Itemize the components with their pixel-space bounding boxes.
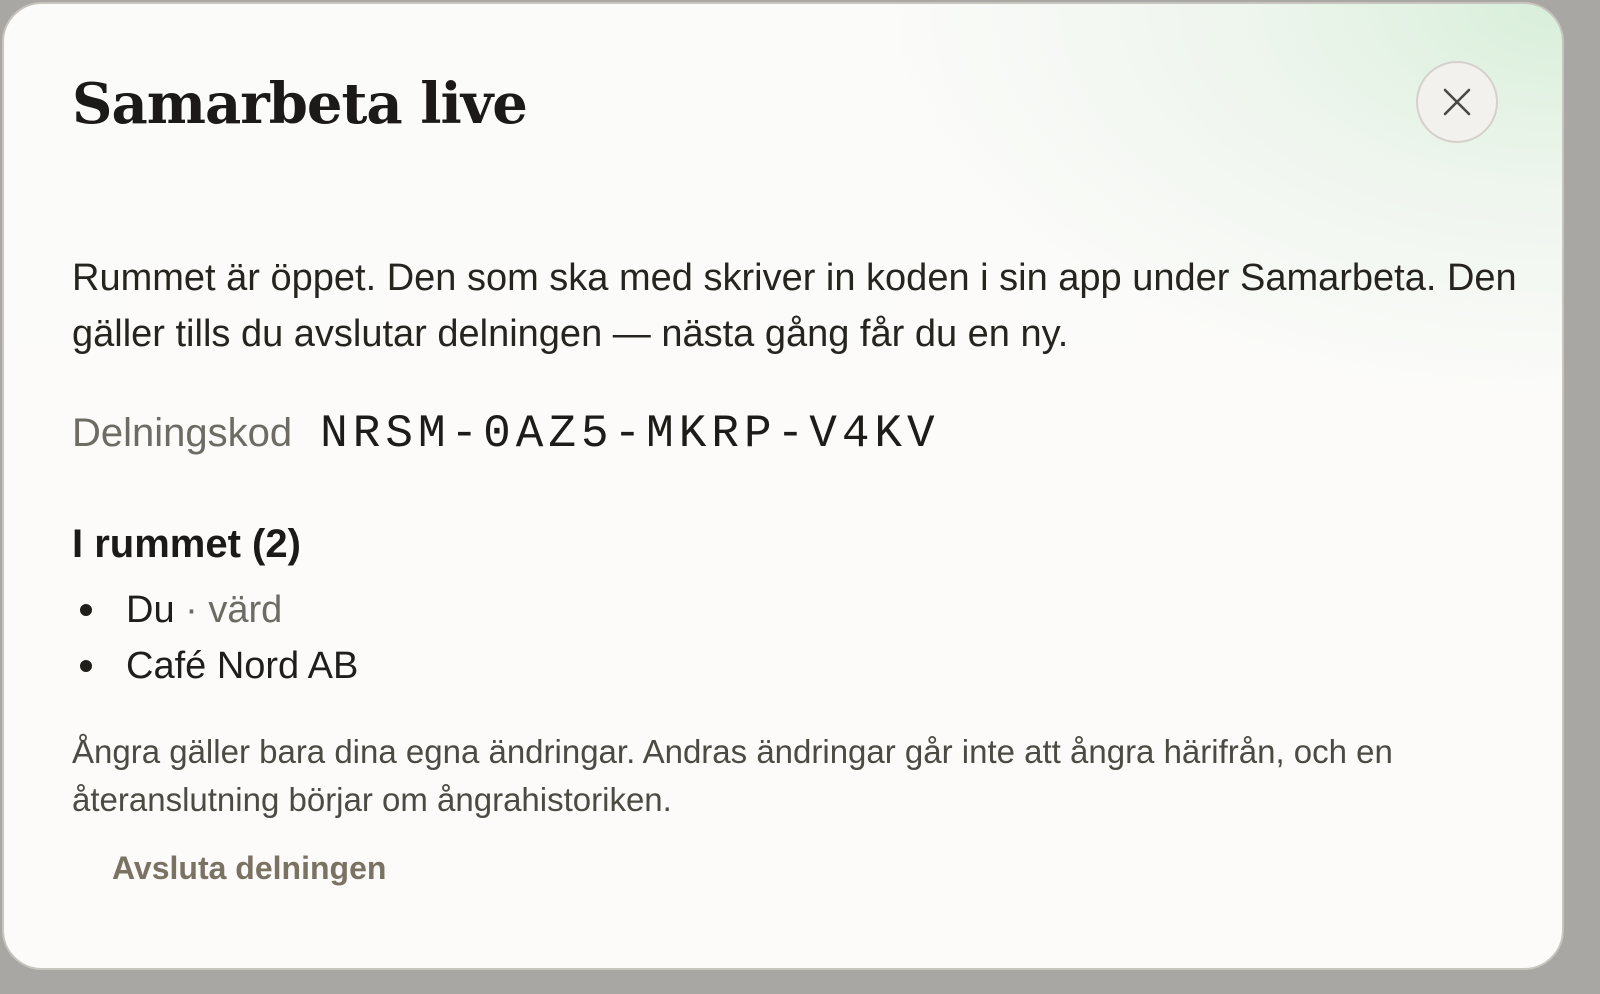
- dialog-title: Samarbeta live: [72, 71, 528, 137]
- share-code-row: Delningskod NRSM-0AZ5-MKRP-V4KV: [72, 408, 940, 460]
- bullet-icon: [80, 660, 92, 672]
- member-role: · värd: [185, 588, 283, 631]
- dialog-description: Rummet är öppet. Den som ska med skriver…: [72, 257, 1517, 355]
- collaborate-live-dialog: Samarbeta live Rummet är öppet. Den som …: [2, 2, 1564, 970]
- share-code-value[interactable]: NRSM-0AZ5-MKRP-V4KV: [320, 408, 940, 460]
- member-list: Du · värd Café Nord AB: [72, 582, 358, 694]
- undo-note: Ångra gäller bara dina egna ändringar. A…: [72, 733, 1393, 818]
- list-item: Café Nord AB: [72, 638, 358, 694]
- bullet-icon: [80, 604, 92, 616]
- share-code-label: Delningskod: [72, 411, 293, 455]
- close-icon: [1442, 87, 1472, 117]
- close-button[interactable]: [1416, 61, 1498, 143]
- room-heading: I rummet (2): [72, 522, 301, 566]
- member-name: Café Nord AB: [126, 644, 359, 687]
- end-sharing-button[interactable]: Avsluta delningen: [112, 844, 386, 892]
- member-name: Du: [126, 588, 175, 631]
- list-item: Du · värd: [72, 582, 358, 638]
